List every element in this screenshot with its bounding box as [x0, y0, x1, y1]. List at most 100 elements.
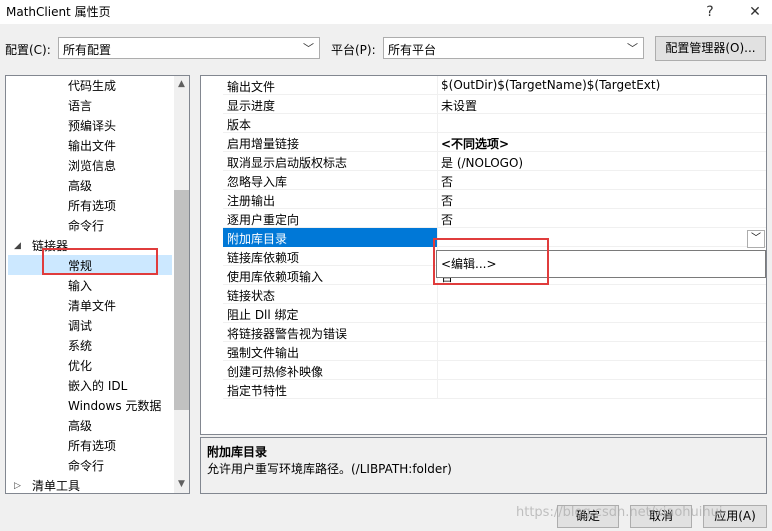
tree-item[interactable]: Windows 元数据	[68, 396, 161, 416]
property-tree: 代码生成 语言 预编译头 输出文件 浏览信息 高级 所有选项 命令行 ◢ 链接器 常规 输入 清单文件调…	[5, 75, 190, 494]
column-divider	[437, 380, 438, 399]
column-divider	[437, 285, 438, 304]
column-divider	[437, 209, 438, 228]
tree-item[interactable]: 清单文件	[68, 296, 116, 316]
tree-item[interactable]: 高级	[68, 416, 92, 436]
property-row[interactable]: 阻止 Dll 绑定	[223, 304, 766, 323]
config-manager-button[interactable]: 配置管理器(O)...	[655, 36, 766, 61]
tree-item-label: 系统	[68, 339, 93, 353]
property-row[interactable]: 输出文件 $(OutDir)$(TargetName)$(TargetExt)	[223, 76, 766, 95]
tree-item[interactable]: 嵌入的 IDL	[68, 376, 127, 396]
property-row[interactable]: 忽略导入库 否	[223, 171, 766, 190]
property-row[interactable]: 创建可热修补映像	[223, 361, 766, 380]
description-panel: 附加库目录 允许用户重写环境库路径。(/LIBPATH:folder)	[200, 437, 767, 494]
property-value: 否	[441, 213, 454, 227]
config-select[interactable]: 所有配置 ﹀	[58, 37, 320, 59]
column-divider	[437, 76, 438, 95]
property-name: 指定节特性	[227, 384, 288, 398]
tree-item-label: 高级	[68, 179, 93, 193]
column-divider	[437, 190, 438, 209]
property-name: 输出文件	[227, 80, 276, 94]
property-name: 强制文件输出	[227, 346, 300, 360]
tree-item[interactable]: 预编译头	[68, 116, 116, 136]
close-icon[interactable]: ✕	[738, 0, 772, 24]
property-name: 取消显示启动版权标志	[227, 156, 348, 170]
scroll-up-icon[interactable]: ▲	[174, 77, 189, 92]
tree-item-label: 调试	[68, 319, 93, 333]
chevron-down-icon[interactable]: ﹀	[747, 230, 765, 248]
scroll-down-icon[interactable]: ▼	[174, 477, 189, 492]
collapsed-arrow-icon[interactable]: ▷	[14, 476, 21, 493]
tree-item[interactable]: 输出文件	[68, 136, 116, 156]
property-name: 阻止 Dll 绑定	[227, 308, 299, 322]
property-name: 将链接器警告视为错误	[227, 327, 348, 341]
highlight-box-tree	[42, 248, 158, 275]
property-value: <不同选项>	[441, 137, 510, 151]
highlight-box-dropdown	[433, 238, 549, 285]
chevron-down-icon: ﹀	[303, 42, 314, 55]
property-row[interactable]: 将链接器警告视为错误	[223, 323, 766, 342]
column-divider	[437, 114, 438, 133]
column-divider	[437, 171, 438, 190]
tree-item-label: 嵌入的 IDL	[68, 379, 128, 393]
tree-item-label: 语言	[68, 99, 93, 113]
watermark: https://blog.csdn.net/xiaohuihui	[516, 505, 723, 520]
window-title: MathClient 属性页	[6, 5, 111, 19]
property-row[interactable]: 显示进度 未设置	[223, 95, 766, 114]
description-title: 附加库目录	[207, 445, 268, 459]
tree-item-label: 预编译头	[68, 119, 117, 133]
tree-item[interactable]: 所有选项	[68, 436, 116, 456]
config-label: 配置(C):	[5, 43, 51, 57]
tree-item[interactable]: 输入	[68, 276, 92, 296]
property-row[interactable]: 版本	[223, 114, 766, 133]
column-divider	[437, 342, 438, 361]
column-divider	[437, 95, 438, 114]
tree-item[interactable]: 调试	[68, 316, 92, 336]
tree-item[interactable]: 系统	[68, 336, 92, 356]
tree-item[interactable]: 语言	[68, 96, 92, 116]
property-row[interactable]: 指定节特性	[223, 380, 766, 399]
column-divider	[437, 152, 438, 171]
property-row[interactable]: 注册输出 否	[223, 190, 766, 209]
tree-item-label: 输出文件	[68, 139, 117, 153]
tree-item[interactable]: 代码生成	[68, 76, 116, 96]
platform-label: 平台(P):	[331, 43, 376, 57]
property-row[interactable]: 链接状态	[223, 285, 766, 304]
property-value: 未设置	[441, 99, 478, 113]
tree-item-label: Windows 元数据	[68, 399, 162, 413]
tree-item-label: 浏览信息	[68, 159, 117, 173]
property-row[interactable]: 强制文件输出	[223, 342, 766, 361]
property-name: 注册输出	[227, 194, 276, 208]
help-icon[interactable]: ?	[693, 0, 727, 24]
tree-item[interactable]: 优化	[68, 356, 92, 376]
tree-item[interactable]: 高级	[68, 176, 92, 196]
tree-item-label: 所有选项	[68, 439, 117, 453]
tree-item[interactable]: 所有选项	[68, 196, 116, 216]
tree-item-label: 高级	[68, 419, 93, 433]
platform-select[interactable]: 所有平台 ﹀	[383, 37, 644, 59]
property-name: 逐用户重定向	[227, 213, 300, 227]
property-name: 链接库依赖项	[227, 251, 300, 265]
expanded-arrow-icon[interactable]: ◢	[14, 236, 21, 256]
property-row[interactable]: 逐用户重定向 否	[223, 209, 766, 228]
tree-item[interactable]: ▷ 清单工具	[14, 476, 81, 493]
column-divider	[437, 133, 438, 152]
tree-item-label: 所有选项	[68, 199, 117, 213]
tree-item-label: 命令行	[68, 219, 105, 233]
grid-gutter	[201, 76, 223, 434]
tree-item-label: 清单工具	[32, 479, 81, 493]
tree-item[interactable]: 命令行	[68, 216, 104, 236]
platform-value: 所有平台	[388, 43, 437, 57]
property-value: 否	[441, 194, 454, 208]
tree-scrollbar-thumb[interactable]	[174, 190, 189, 410]
tree-item[interactable]: 命令行	[68, 456, 104, 476]
chevron-down-icon: ﹀	[627, 42, 638, 55]
property-row[interactable]: 取消显示启动版权标志 是 (/NOLOGO)	[223, 152, 766, 171]
tree-item[interactable]: 浏览信息	[68, 156, 116, 176]
property-name: 使用库依赖项输入	[227, 270, 324, 284]
property-name: 附加库目录	[227, 232, 288, 246]
config-value: 所有配置	[63, 43, 112, 57]
property-name: 忽略导入库	[227, 175, 288, 189]
tree-item-label: 清单文件	[68, 299, 117, 313]
property-row[interactable]: 启用增量链接 <不同选项>	[223, 133, 766, 152]
